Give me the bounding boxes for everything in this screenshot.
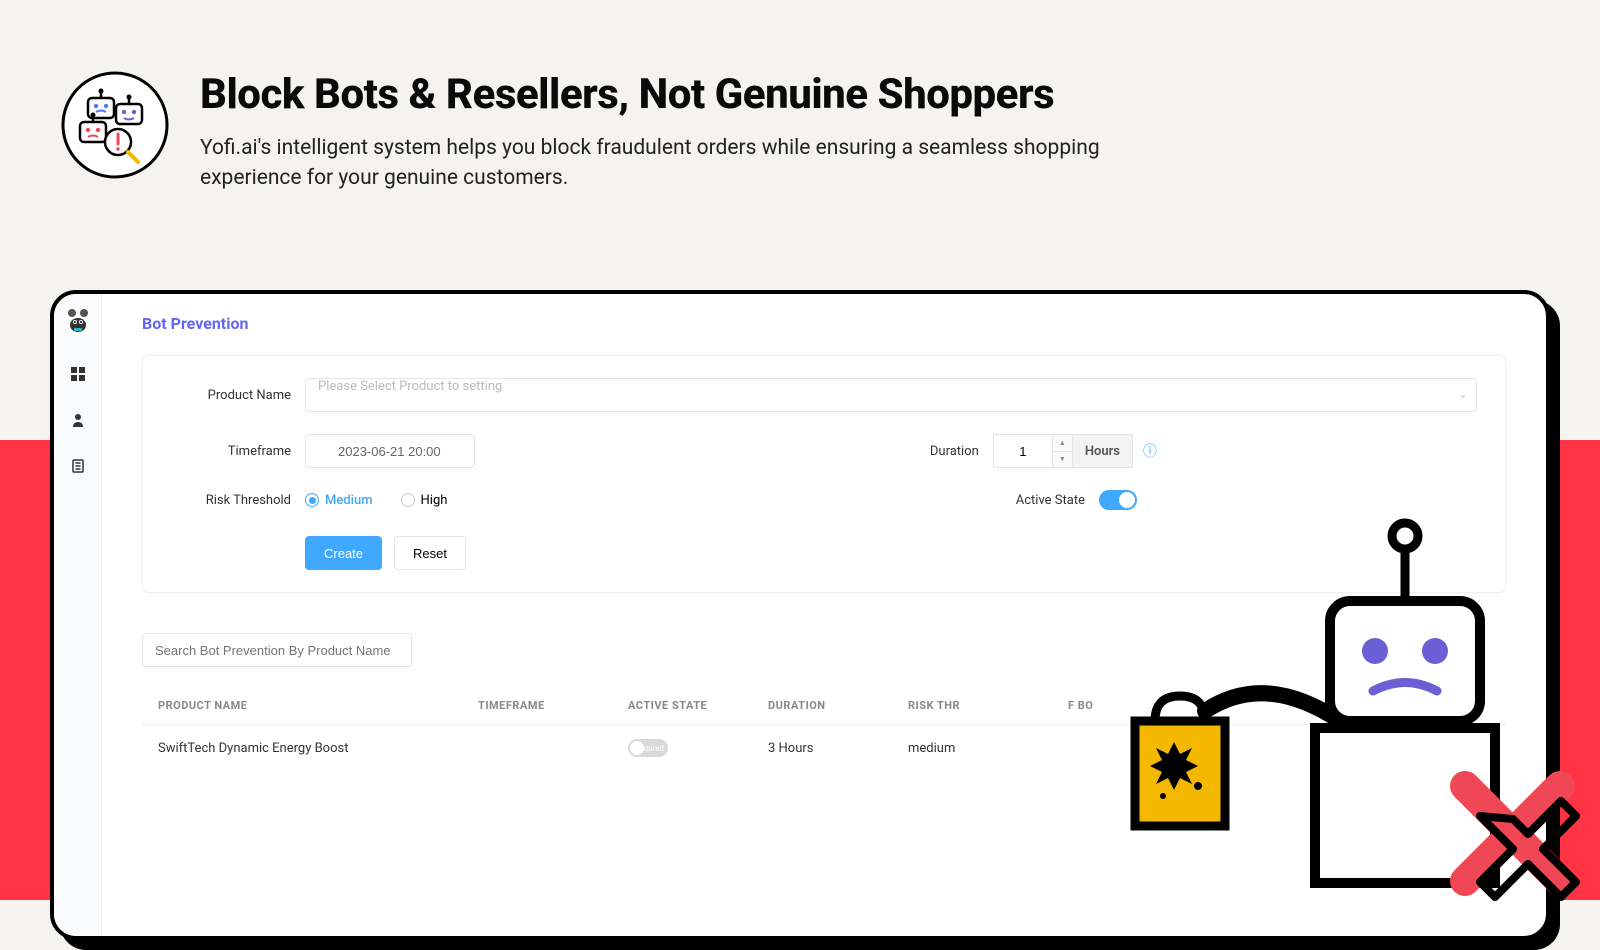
- hero-badge-icon: [60, 70, 170, 180]
- nav-user-icon[interactable]: [70, 412, 86, 428]
- th-active-state: ACTIVE STATE: [628, 699, 768, 712]
- table-header: PRODUCT NAME TIMEFRAME ACTIVE STATE DURA…: [142, 687, 1506, 725]
- active-state-label: Active State: [1016, 493, 1085, 508]
- hero-section: Block Bots & Resellers, Not Genuine Shop…: [0, 0, 1600, 224]
- product-name-label: Product Name: [171, 388, 291, 403]
- cell-duration: 3 Hours: [768, 741, 908, 756]
- radio-unchecked-icon: [401, 493, 415, 507]
- stepper-up-icon[interactable]: ▲: [1053, 435, 1072, 452]
- main-content: Bot Prevention Product Name Please Selec…: [102, 294, 1546, 936]
- th-risk: RISK THR: [908, 699, 1068, 712]
- app-window: Bot Prevention Product Name Please Selec…: [50, 290, 1550, 940]
- product-select-value: Please Select Product to setting: [305, 378, 1477, 412]
- nav-doc-icon[interactable]: [70, 458, 86, 474]
- timeframe-input[interactable]: [305, 434, 475, 468]
- nav-dashboard-icon[interactable]: [70, 366, 86, 382]
- table-row[interactable]: SwiftTech Dynamic Energy Boost expired 3…: [142, 725, 1506, 771]
- th-bots: F BO: [1068, 699, 1188, 712]
- hero-subtitle: Yofi.ai's intelligent system helps you b…: [200, 133, 1200, 194]
- th-product-name: PRODUCT NAME: [158, 699, 478, 712]
- duration-input[interactable]: [993, 434, 1053, 468]
- th-timeframe: TIMEFRAME: [478, 699, 628, 712]
- hero-title: Block Bots & Resellers, Not Genuine Shop…: [200, 70, 1200, 119]
- reset-button[interactable]: Reset: [394, 536, 466, 570]
- duration-label: Duration: [930, 444, 979, 459]
- expired-pill: expired: [628, 739, 668, 757]
- chevron-down-icon: ⌄: [1459, 390, 1467, 401]
- app-logo: [63, 306, 93, 336]
- active-toggle[interactable]: [1099, 490, 1137, 510]
- sidebar: [54, 294, 102, 936]
- timeframe-label: Timeframe: [171, 444, 291, 459]
- results-table: PRODUCT NAME TIMEFRAME ACTIVE STATE DURA…: [142, 687, 1506, 771]
- form-card: Product Name Please Select Product to se…: [142, 355, 1506, 593]
- th-duration: DURATION: [768, 699, 908, 712]
- radio-high-label: High: [421, 493, 448, 508]
- info-icon[interactable]: ⓘ: [1143, 441, 1157, 461]
- product-select[interactable]: Please Select Product to setting ⌄: [305, 378, 1477, 412]
- page-title: Bot Prevention: [142, 314, 1546, 333]
- duration-stepper[interactable]: ▲ ▼: [1053, 434, 1073, 468]
- cell-risk: medium: [908, 741, 1068, 756]
- search-input[interactable]: [142, 633, 412, 667]
- risk-threshold-label: Risk Threshold: [171, 493, 291, 508]
- radio-checked-icon: [305, 493, 319, 507]
- stepper-down-icon[interactable]: ▼: [1053, 452, 1072, 468]
- risk-radio-high[interactable]: High: [401, 493, 448, 508]
- cell-product-name: SwiftTech Dynamic Energy Boost: [158, 741, 478, 756]
- radio-medium-label: Medium: [325, 493, 373, 508]
- risk-radio-medium[interactable]: Medium: [305, 493, 373, 508]
- duration-unit: Hours: [1073, 434, 1133, 468]
- cell-active-state: expired: [628, 739, 768, 757]
- create-button[interactable]: Create: [305, 536, 382, 570]
